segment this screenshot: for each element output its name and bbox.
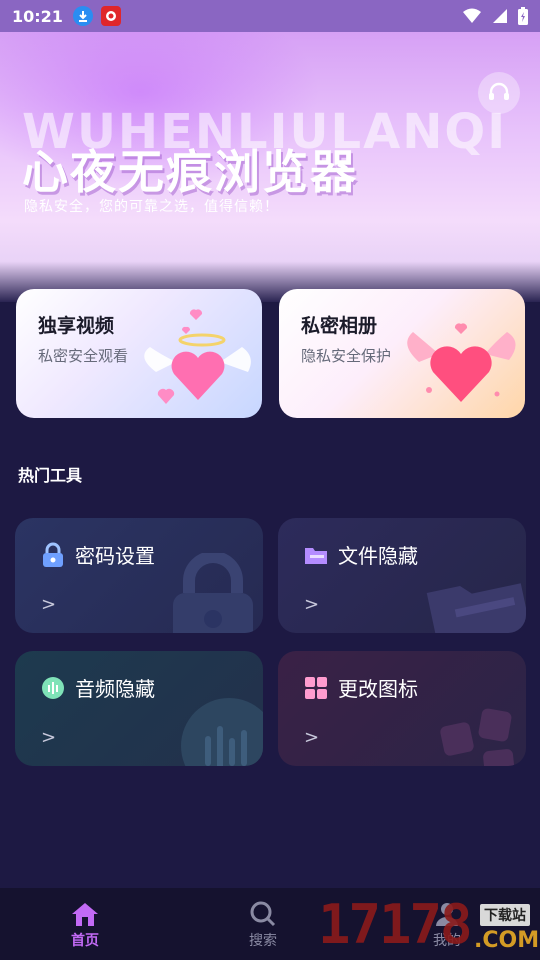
home-icon [72,903,98,926]
feature-title: 私密相册 [301,315,378,337]
tool-label: 文件隐藏 [338,544,418,568]
tool-card-audio-hide[interactable]: 音频隐藏 > [15,651,263,766]
tool-header: 音频隐藏 [39,673,155,702]
winged-heart-icon [407,323,516,402]
nav-tab-home[interactable]: 首页 [70,900,100,950]
wifi-icon [463,8,481,23]
feature-card-video[interactable]: 独享视频 私密安全观看 [16,289,262,418]
tool-header: 密码设置 [39,540,155,569]
download-icon [72,6,93,26]
chevron-right-icon: > [41,727,57,748]
app-title: 心夜无痕浏览器 [22,145,358,199]
status-time: 10:21 [12,6,63,26]
feature-subtitle: 隐私安全保护 [301,347,392,365]
tool-label: 密码设置 [75,544,155,568]
lock-icon [43,542,63,567]
section-title-hot-tools: 热门工具 [18,466,83,485]
chevron-right-icon: > [304,727,320,748]
feature-card-album[interactable]: 私密相册 隐私安全保护 [279,289,525,418]
feature-title: 独享视频 [38,315,115,337]
audio-icon [42,676,64,699]
hero-banner: WUHENLIULANQI 心夜无痕浏览器 隐私安全，您的可靠之选，值得信赖！ [0,32,540,302]
nav-tab-search[interactable]: 搜索 [248,900,278,950]
signal-icon [493,9,507,23]
feature-subtitle: 私密安全观看 [38,347,129,365]
lock-decor-icon [173,553,253,633]
tool-card-password[interactable]: 密码设置 > [15,518,263,633]
apps-decor-icon [440,708,515,766]
app-subtitle: 隐私安全，您的可靠之选，值得信赖！ [24,199,279,215]
battery-icon [518,7,528,25]
status-indicators [462,7,528,25]
tool-label: 音频隐藏 [75,677,155,701]
watermark-number: 17178 [318,893,473,956]
search-icon [250,901,276,927]
folder-decor-icon [426,583,526,633]
chevron-right-icon: > [304,594,320,615]
tool-card-change-icon[interactable]: 更改图标 > [278,651,526,766]
tool-card-file-hide[interactable]: 文件隐藏 > [278,518,526,633]
winged-heart-icon [144,309,251,404]
app-notification-icon [100,6,121,26]
watermark-domain: .COM [474,928,540,953]
tool-label: 更改图标 [338,677,418,701]
watermark-tag: 下载站 [480,904,530,926]
chevron-right-icon: > [41,594,57,615]
nav-label: 首页 [71,933,99,949]
folder-icon [305,547,327,564]
audio-decor-icon [181,698,263,766]
apps-icon [305,676,327,699]
tool-header: 更改图标 [302,673,418,702]
nav-label: 搜索 [249,933,277,949]
status-bar: 10:21 [0,0,540,32]
headset-icon [489,82,509,100]
tool-header: 文件隐藏 [302,540,418,569]
